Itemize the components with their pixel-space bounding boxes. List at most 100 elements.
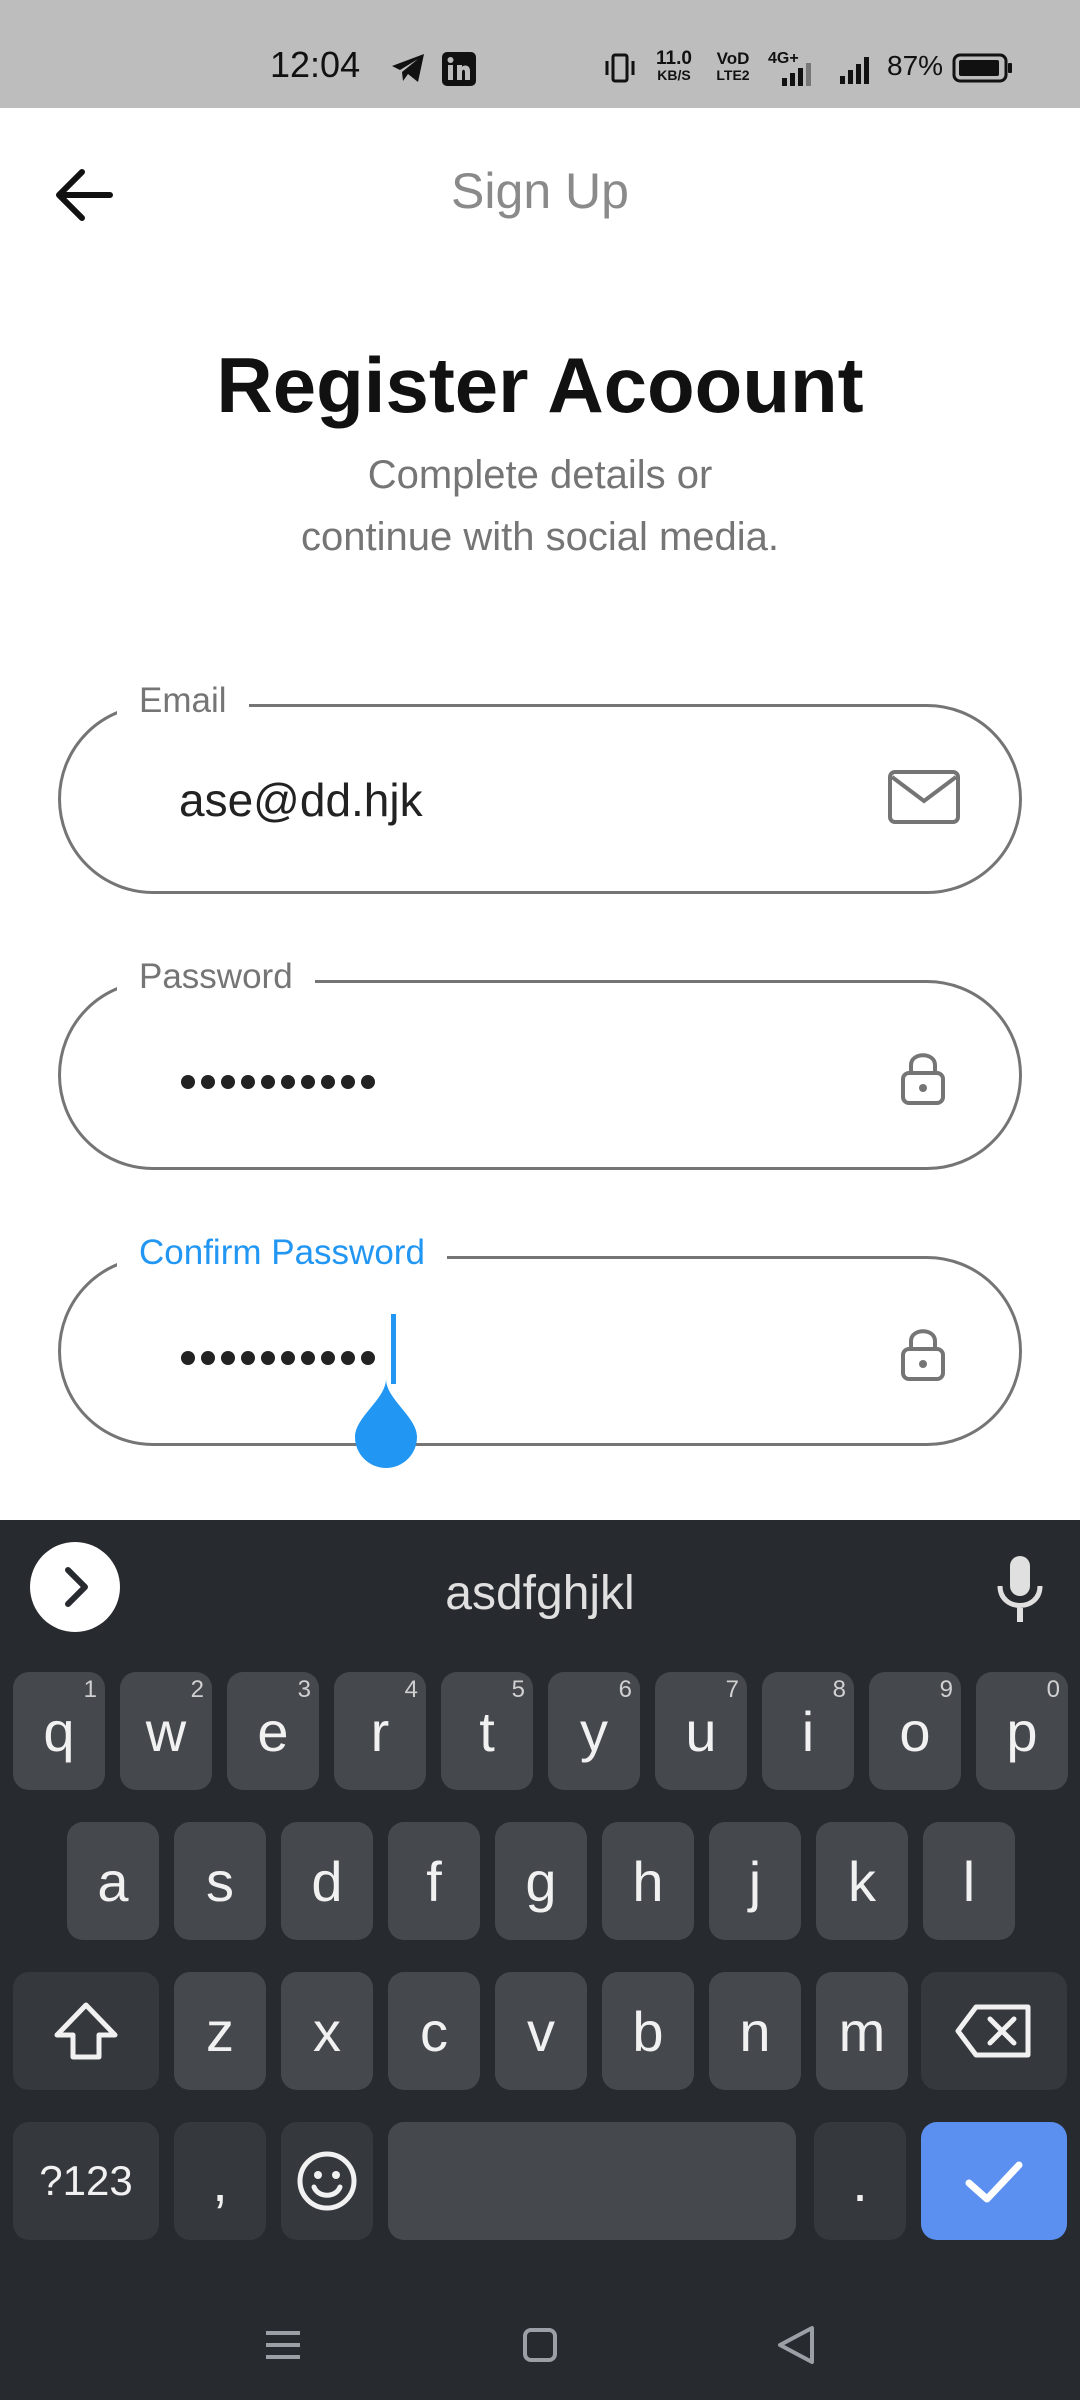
subtext: Complete details or continue with social… <box>0 444 1080 568</box>
key-label: q <box>43 1699 75 1763</box>
back-triangle-icon[interactable] <box>762 2310 832 2380</box>
key-b[interactable]: b <box>602 1972 694 2090</box>
key-label: r <box>370 1699 390 1763</box>
page-title: Sign Up <box>451 163 629 219</box>
backspace-key[interactable] <box>921 1972 1067 2090</box>
net-speed: 11.0 KB/S <box>656 48 692 83</box>
key-hint: 8 <box>832 1676 846 1703</box>
key-label: y <box>580 1699 608 1763</box>
key-hint: 6 <box>618 1676 632 1703</box>
comma-key[interactable]: , <box>174 2122 266 2240</box>
telegram-icon <box>392 54 424 82</box>
mail-icon <box>888 770 960 824</box>
key-q[interactable]: q1 <box>13 1672 105 1790</box>
key-w[interactable]: w2 <box>120 1672 212 1790</box>
volte-indicator: VoD LTE2 <box>716 49 750 83</box>
mask-dot <box>281 1075 295 1089</box>
key-label: d <box>311 1849 343 1913</box>
key-label: o <box>899 1699 931 1763</box>
key-f[interactable]: f <box>388 1822 480 1940</box>
key-z[interactable]: z <box>174 1972 266 2090</box>
emoji-key[interactable] <box>281 2122 373 2240</box>
symbols-key[interactable]: ?123 <box>13 2122 159 2240</box>
key-p[interactable]: p0 <box>976 1672 1068 1790</box>
shift-key[interactable] <box>13 1972 159 2090</box>
mask-dot <box>181 1351 195 1365</box>
key-l[interactable]: l <box>923 1822 1015 1940</box>
enter-key[interactable] <box>921 2122 1067 2240</box>
cursor-handle[interactable] <box>353 1379 419 1469</box>
checkmark-icon <box>965 2161 1023 2203</box>
mask-dot <box>261 1075 275 1089</box>
key-label: l <box>962 1849 976 1913</box>
key-s[interactable]: s <box>174 1822 266 1940</box>
microphone-icon[interactable] <box>990 1554 1050 1626</box>
key-label: n <box>739 1999 771 2063</box>
mask-dot <box>221 1075 235 1089</box>
key-d[interactable]: d <box>281 1822 373 1940</box>
key-hint: 2 <box>190 1676 204 1703</box>
emoji-icon <box>297 2151 357 2211</box>
key-c[interactable]: c <box>388 1972 480 2090</box>
key-h[interactable]: h <box>602 1822 694 1940</box>
key-t[interactable]: t5 <box>441 1672 533 1790</box>
key-r[interactable]: r4 <box>334 1672 426 1790</box>
status-time: 12:04 <box>270 44 361 85</box>
subtext-line-2: continue with social media. <box>300 515 780 559</box>
text-cursor <box>391 1314 396 1384</box>
key-m[interactable]: m <box>816 1972 908 2090</box>
key-hint: 7 <box>725 1676 739 1703</box>
key-e[interactable]: e3 <box>227 1672 319 1790</box>
password-field[interactable]: Password <box>58 957 1022 1170</box>
key-label: u <box>685 1699 717 1763</box>
key-label: x <box>313 1999 341 2063</box>
mask-dot <box>341 1075 355 1089</box>
key-k[interactable]: k <box>816 1822 908 1940</box>
battery-percent: 87% <box>887 50 944 81</box>
key-hint: 3 <box>297 1676 311 1703</box>
keyboard-toolbar: asdfghjkl <box>0 1520 1080 1656</box>
mask-dot <box>201 1075 215 1089</box>
period-key[interactable]: . <box>814 2122 906 2240</box>
key-label: m <box>838 1999 886 2063</box>
key-x[interactable]: x <box>281 1972 373 2090</box>
key-hint: 9 <box>939 1676 953 1703</box>
keyboard-suggestion[interactable]: asdfghjkl <box>0 1566 1080 1621</box>
key-hint: 0 <box>1046 1676 1060 1703</box>
linkedin-icon <box>442 52 476 86</box>
key-label: k <box>848 1849 876 1913</box>
home-icon[interactable] <box>505 2310 575 2380</box>
mask-dot <box>301 1351 315 1365</box>
email-value: ase@dd.hjk <box>179 774 423 826</box>
key-label: g <box>525 1849 557 1913</box>
confirm-password-label: Confirm Password <box>117 1233 447 1273</box>
mask-dot <box>321 1075 335 1089</box>
mask-dot <box>181 1075 195 1089</box>
menu-icon[interactable] <box>248 2310 318 2380</box>
key-u[interactable]: u7 <box>655 1672 747 1790</box>
key-g[interactable]: g <box>495 1822 587 1940</box>
key-label: w <box>145 1699 187 1763</box>
mask-dot <box>241 1351 255 1365</box>
headline: Register Acoount <box>216 341 864 429</box>
backspace-icon <box>955 2004 1031 2058</box>
key-o[interactable]: o9 <box>869 1672 961 1790</box>
email-field[interactable]: Email ase@dd.hjk <box>58 681 1022 894</box>
key-n[interactable]: n <box>709 1972 801 2090</box>
key-v[interactable]: v <box>495 1972 587 2090</box>
key-label: t <box>479 1699 495 1763</box>
vibrate-icon <box>605 53 635 83</box>
signal-icon <box>782 63 811 86</box>
key-y[interactable]: y6 <box>548 1672 640 1790</box>
key-label: a <box>97 1849 129 1913</box>
key-label: . <box>852 2149 868 2213</box>
shift-icon <box>54 2002 118 2060</box>
mask-dot <box>361 1075 375 1089</box>
key-label: b <box>632 1999 664 2063</box>
space-key[interactable] <box>388 2122 796 2240</box>
confirm-password-field[interactable]: Confirm Password <box>58 1233 1022 1468</box>
status-bar: 12:04 11.0 KB/S VoD LTE2 4G+ 87% <box>0 0 1080 108</box>
key-i[interactable]: i8 <box>762 1672 854 1790</box>
key-a[interactable]: a <box>67 1822 159 1940</box>
key-j[interactable]: j <box>709 1822 801 1940</box>
